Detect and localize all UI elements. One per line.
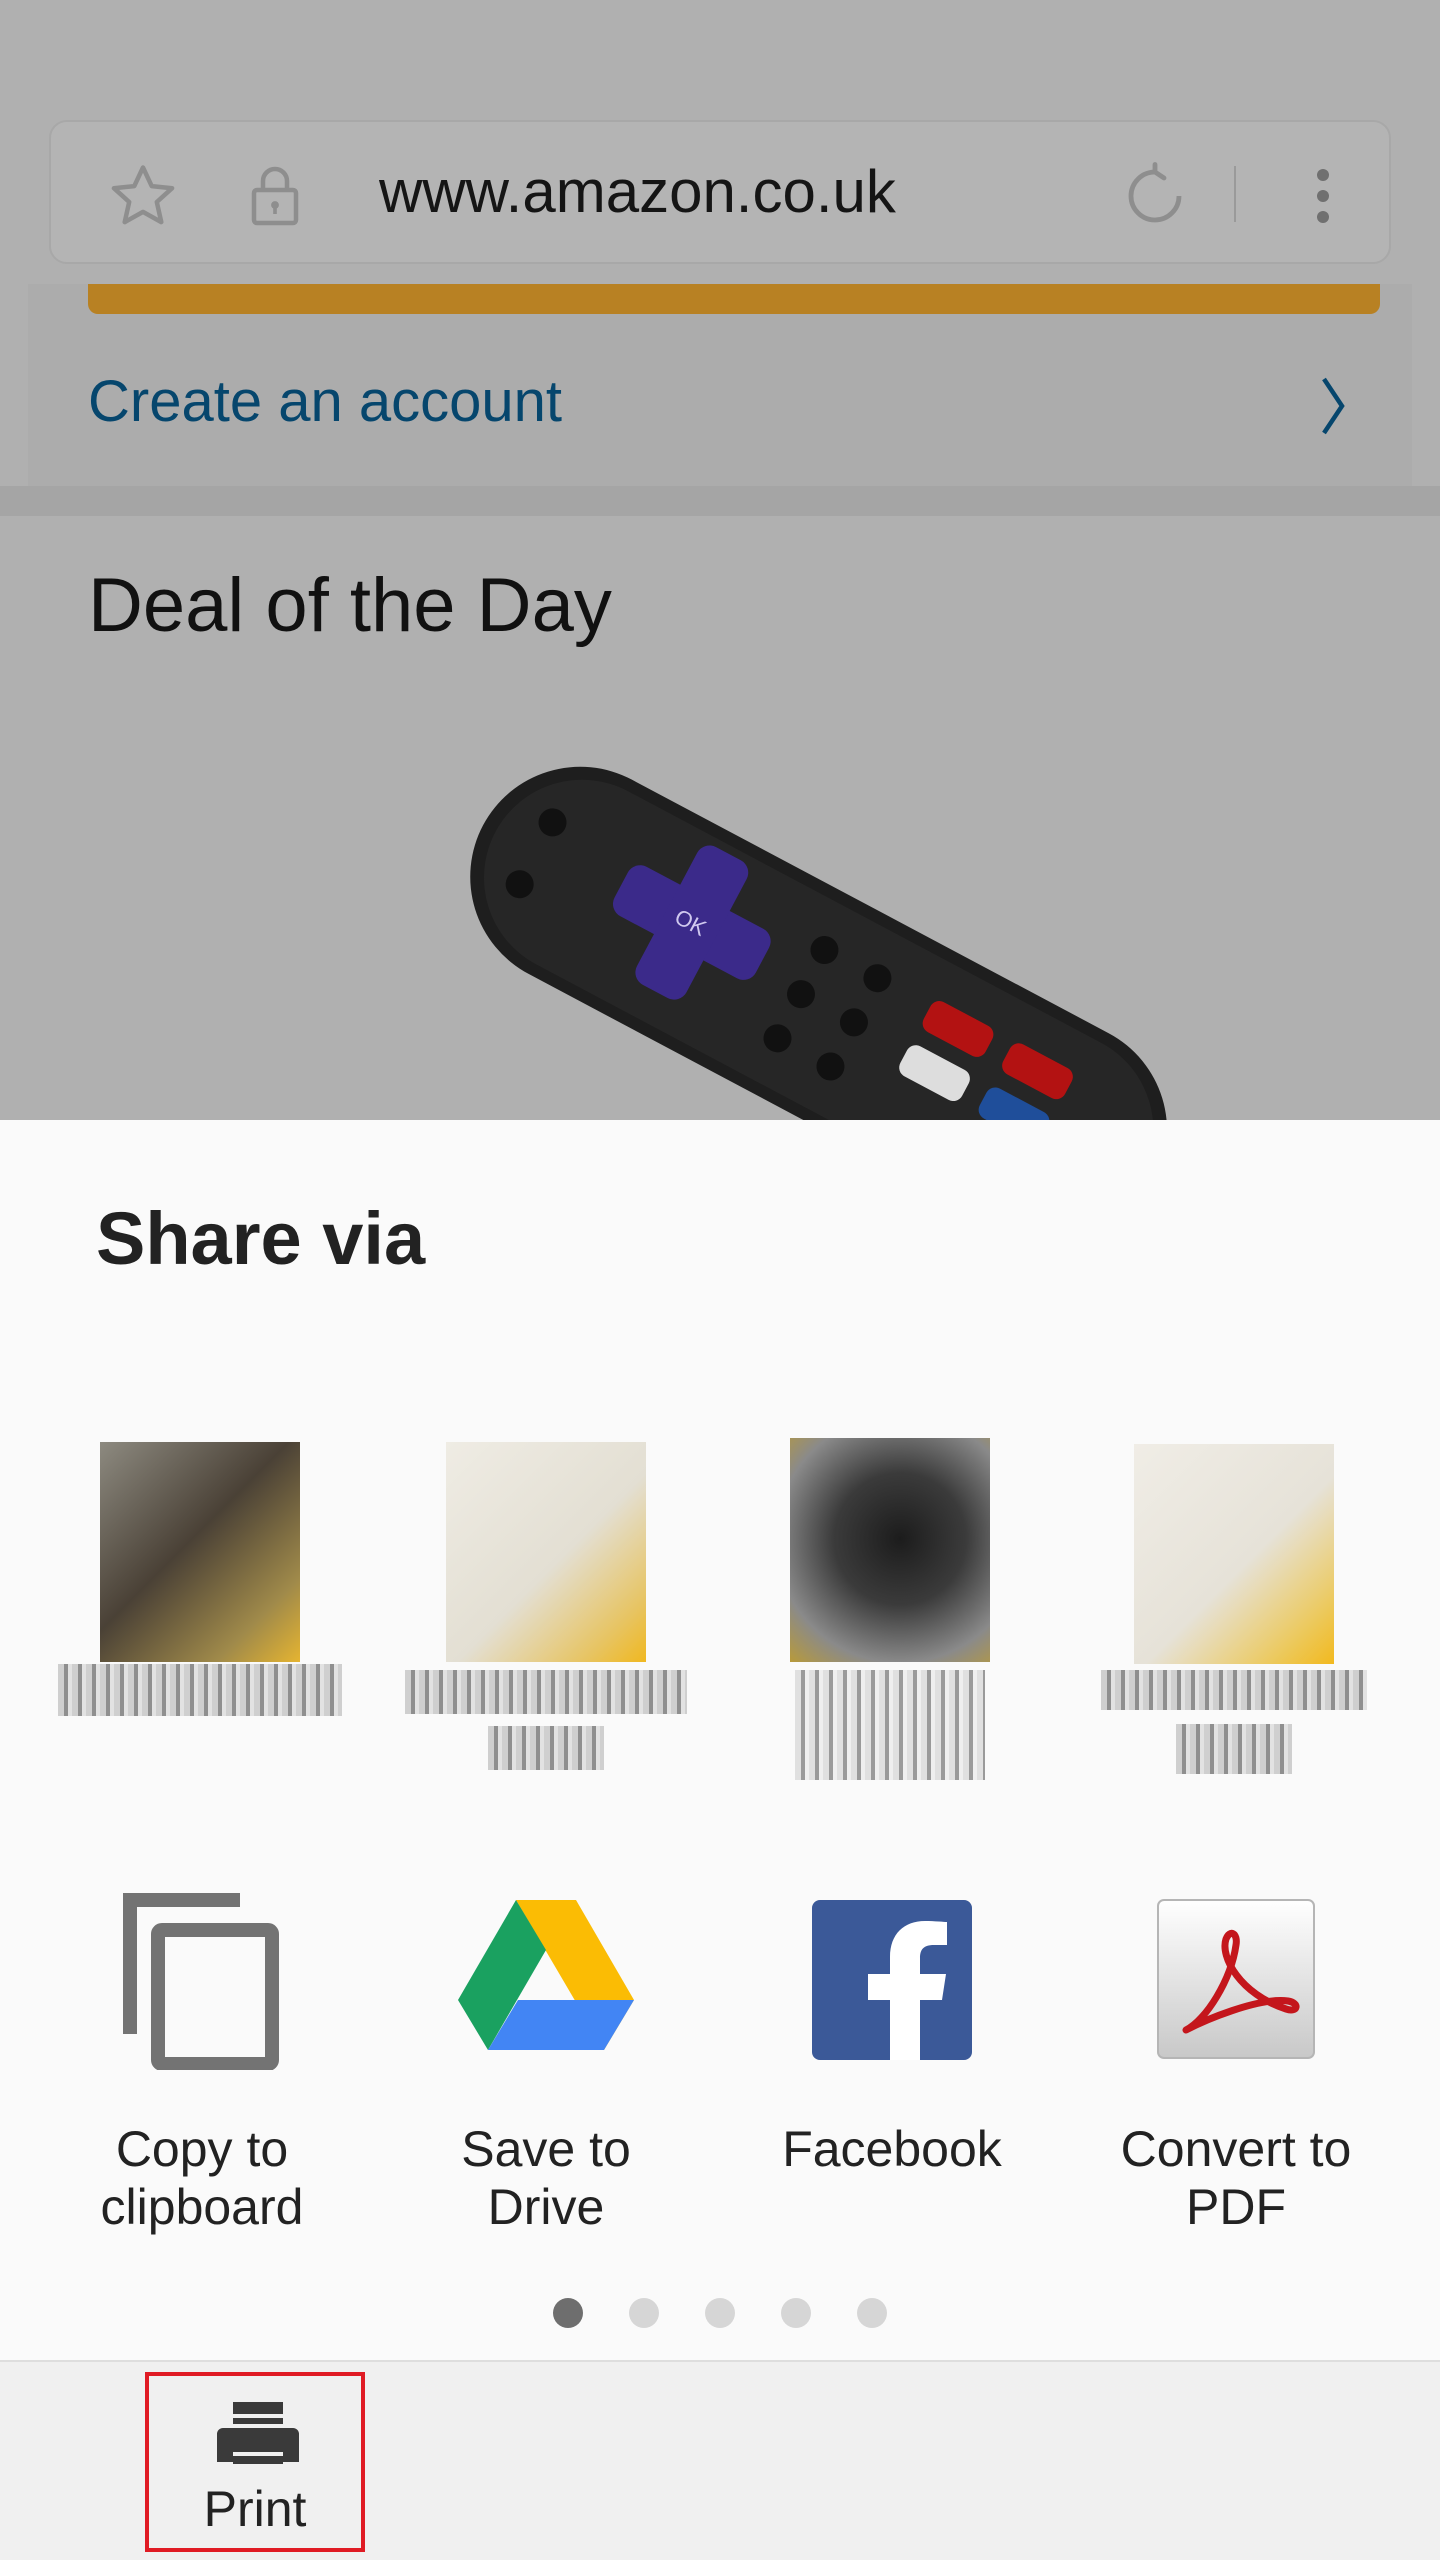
- deal-of-the-day-card: Deal of the Day OK: [28, 516, 1412, 1120]
- lock-icon[interactable]: [239, 160, 311, 232]
- share-sheet-title: Share via: [96, 1197, 426, 1280]
- create-account-link[interactable]: Create an account: [88, 368, 562, 435]
- page-dot[interactable]: [629, 2298, 659, 2328]
- account-card: Create an account: [28, 284, 1412, 486]
- page-dot[interactable]: [781, 2298, 811, 2328]
- contact-name-obscured: [58, 1664, 342, 1716]
- deal-section-title: Deal of the Day: [88, 563, 612, 648]
- copy-icon: [123, 1893, 279, 2070]
- print-label: Print: [203, 2481, 307, 2537]
- chevron-right-icon: [1322, 377, 1345, 435]
- direct-share-contact[interactable]: [58, 1438, 342, 1838]
- facebook-share-button[interactable]: Facebook: [742, 1890, 1042, 2210]
- product-image[interactable]: OK: [248, 736, 1348, 1120]
- convert-to-pdf-button[interactable]: Convert to PDF: [1086, 1890, 1386, 2235]
- share-bottom-bar: Print: [0, 2360, 1440, 2560]
- blurred-contact-avatar: [790, 1438, 990, 1662]
- pdf-icon: [1157, 1899, 1315, 2059]
- app-label: Facebook: [782, 2121, 1002, 2177]
- more-options-icon[interactable]: [1287, 160, 1359, 232]
- page-dot-active[interactable]: [553, 2298, 583, 2328]
- address-bar[interactable]: www.amazon.co.uk: [49, 120, 1391, 264]
- direct-share-contact[interactable]: [1094, 1438, 1374, 1838]
- page-indicator: [0, 2298, 1440, 2338]
- print-button[interactable]: Print: [145, 2372, 365, 2552]
- toolbar-divider: [1234, 166, 1236, 222]
- page-dot[interactable]: [857, 2298, 887, 2328]
- copy-to-clipboard-button[interactable]: Copy to clipboard: [52, 1890, 352, 2235]
- contact-name-obscured: [488, 1726, 604, 1770]
- page-dot[interactable]: [705, 2298, 735, 2328]
- blurred-contact-avatar: [1134, 1444, 1334, 1664]
- direct-share-contact[interactable]: [405, 1438, 687, 1838]
- app-label: Save to Drive: [461, 2121, 631, 2235]
- url-text[interactable]: www.amazon.co.uk: [379, 157, 896, 226]
- section-divider: [0, 486, 1440, 516]
- blurred-contact-avatar: [100, 1442, 300, 1662]
- contact-name-obscured: [1101, 1670, 1367, 1710]
- browser-page-dimmed: www.amazon.co.uk Create an account Deal …: [0, 0, 1440, 1120]
- share-sheet: Share via Copy to clipboard Save to Driv…: [0, 1120, 1440, 2360]
- contact-name-obscured: [405, 1670, 687, 1714]
- app-label: Copy to clipboard: [100, 2121, 304, 2235]
- save-to-drive-button[interactable]: Save to Drive: [396, 1890, 696, 2235]
- facebook-icon: [812, 1900, 972, 2060]
- contact-name-obscured: [1176, 1724, 1292, 1774]
- google-drive-icon: [458, 1900, 634, 2050]
- direct-share-contact[interactable]: [750, 1438, 1030, 1838]
- printer-icon: [217, 2402, 299, 2464]
- blurred-contact-avatar: [446, 1442, 646, 1662]
- app-label: Convert to PDF: [1120, 2121, 1352, 2235]
- contact-name-obscured: [795, 1670, 985, 1780]
- star-icon[interactable]: [107, 160, 179, 232]
- sign-in-button-edge[interactable]: [88, 284, 1380, 314]
- reload-icon[interactable]: [1119, 160, 1191, 232]
